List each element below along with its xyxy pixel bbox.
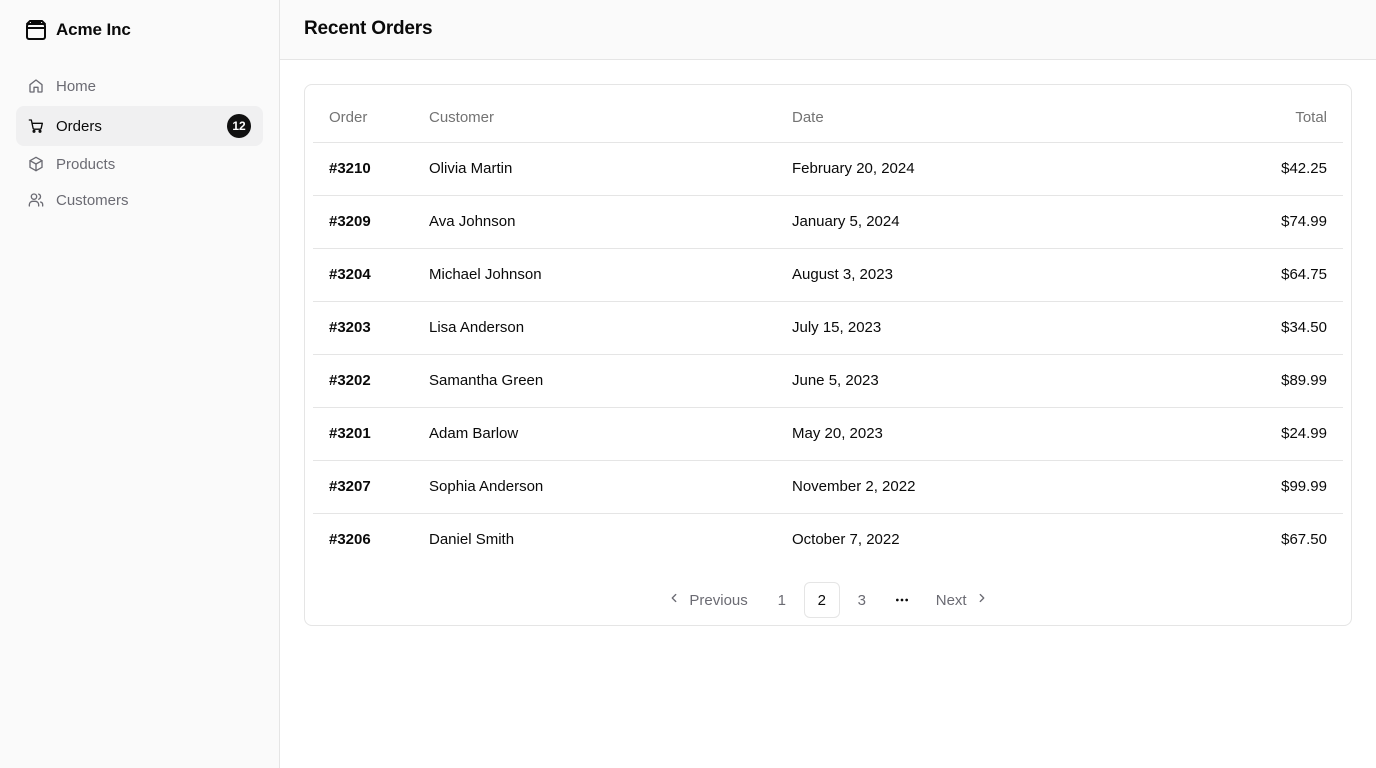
previous-label: Previous [689,591,748,609]
orders-count-badge: 12 [227,114,251,138]
column-header-customer: Customer [429,93,792,143]
order-total: $34.50 [1207,301,1343,355]
order-id: #3207 [313,460,429,514]
cart-icon [28,118,44,134]
order-date: August 3, 2023 [792,248,1207,302]
order-total: $24.99 [1207,407,1343,461]
table-header-row: Order Customer Date Total [313,93,1343,143]
column-header-total: Total [1207,93,1343,143]
table-row[interactable]: #3209 Ava Johnson January 5, 2024 $74.99 [313,195,1343,249]
sidebar-item-orders[interactable]: Orders 12 [16,106,263,146]
page-2-button[interactable]: 2 [803,582,840,618]
orders-table: Order Customer Date Total #3210 Olivia M… [313,93,1343,566]
pagination: Previous 1 2 3 Next [305,582,1351,618]
more-pages-icon [884,582,920,618]
table-row[interactable]: #3201 Adam Barlow May 20, 2023 $24.99 [313,407,1343,461]
top-bar: Recent Orders [280,0,1376,60]
order-date: July 15, 2023 [792,301,1207,355]
order-date: January 5, 2024 [792,195,1207,249]
table-row[interactable]: #3202 Samantha Green June 5, 2023 $89.99 [313,354,1343,408]
customer-name: Samantha Green [429,354,792,408]
order-id: #3210 [313,142,429,196]
order-total: $67.50 [1281,531,1327,549]
sidebar-item-label: Orders [56,117,102,135]
table-row[interactable]: #3203 Lisa Anderson July 15, 2023 $34.50 [313,301,1343,355]
page-title: Recent Orders [304,18,433,39]
table-row[interactable]: #3207 Sophia Anderson November 2, 2022 $… [313,460,1343,514]
next-label: Next [935,591,967,609]
customer-name: Daniel Smith [429,531,515,549]
order-id: #3204 [313,248,429,302]
order-id: #3209 [313,195,429,249]
page-1-button[interactable]: 1 [764,582,800,618]
sidebar-item-home[interactable]: Home [16,66,263,106]
package-icon [24,18,48,42]
orders-card: Order Customer Date Total #3210 Olivia M… [304,84,1352,626]
next-page-button[interactable]: Next [924,582,1001,618]
users-icon [28,192,44,208]
package-icon [28,156,44,172]
order-id: #3206 [329,531,371,549]
table-row[interactable]: #3210 Olivia Martin February 20, 2024 $4… [313,142,1343,196]
order-date: November 2, 2022 [792,460,1207,514]
customer-name: Lisa Anderson [429,301,792,355]
order-total: $42.25 [1207,142,1343,196]
brand-name: Acme Inc [56,20,131,39]
table-row[interactable]: #3206 Daniel Smith October 7, 2022 $67.5… [313,513,1343,566]
order-total: $74.99 [1207,195,1343,249]
previous-page-button[interactable]: Previous [655,582,759,618]
sidebar-item-label: Customers [56,191,129,209]
customer-name: Michael Johnson [429,248,792,302]
chevron-right-icon [975,591,989,609]
order-total: $64.75 [1207,248,1343,302]
table-row[interactable]: #3204 Michael Johnson August 3, 2023 $64… [313,248,1343,302]
order-date: February 20, 2024 [792,142,1207,196]
order-date: June 5, 2023 [792,354,1207,408]
sidebar-item-customers[interactable]: Customers [16,182,263,218]
customer-name: Ava Johnson [429,195,792,249]
order-date: October 7, 2022 [792,531,900,549]
column-header-order: Order [313,93,429,143]
customer-name: Adam Barlow [429,407,792,461]
column-header-date: Date [792,93,1207,143]
order-total: $99.99 [1207,460,1343,514]
brand[interactable]: Acme Inc [24,18,131,42]
sidebar-item-products[interactable]: Products [16,146,263,182]
sidebar-item-label: Home [56,77,97,95]
page-3-button[interactable]: 3 [844,582,880,618]
customer-name: Sophia Anderson [429,460,792,514]
home-icon [28,78,44,94]
order-id: #3202 [313,354,429,408]
order-total: $89.99 [1207,354,1343,408]
sidebar-nav: Home Orders 12 Products Customers [16,66,263,218]
chevron-left-icon [667,591,681,609]
order-id: #3203 [313,301,429,355]
customer-name: Olivia Martin [429,142,792,196]
order-date: May 20, 2023 [792,407,1207,461]
order-id: #3201 [313,407,429,461]
sidebar: Acme Inc Home Orders 12 Products Custome… [0,0,280,768]
sidebar-item-label: Products [56,155,116,173]
